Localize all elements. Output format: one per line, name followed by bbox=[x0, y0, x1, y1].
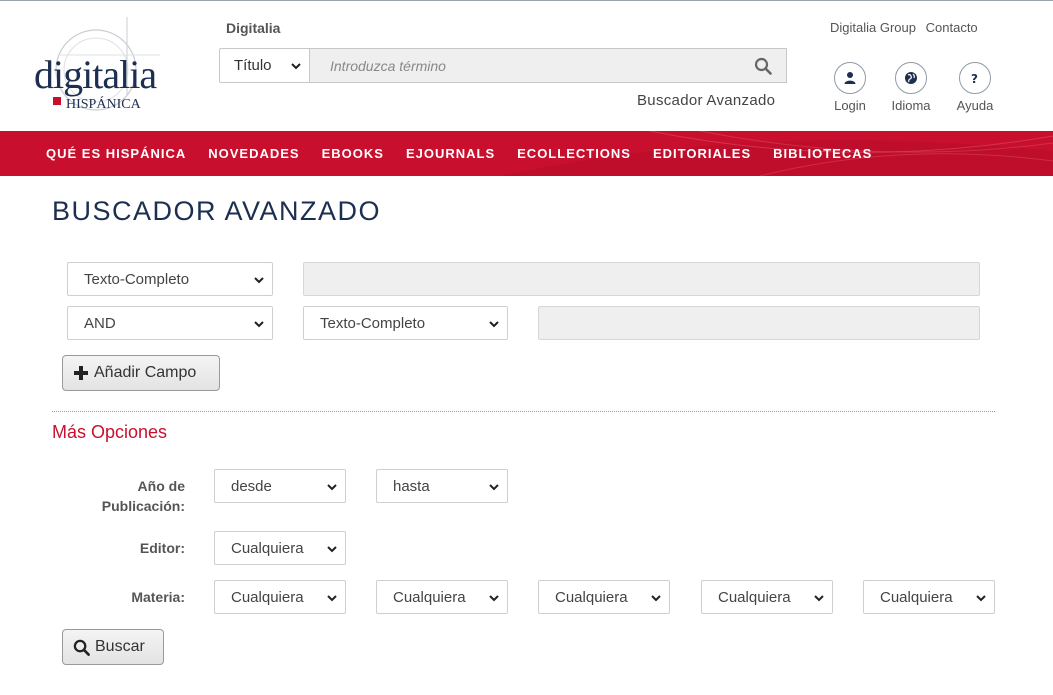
chevron-down-icon bbox=[254, 277, 264, 284]
year-from-value: desde bbox=[231, 477, 272, 495]
help-button[interactable]: ? Ayuda bbox=[950, 62, 1000, 113]
plus-icon bbox=[74, 366, 88, 380]
field-select-2[interactable]: Texto-Completo bbox=[303, 306, 508, 340]
user-icon bbox=[844, 72, 856, 84]
chevron-down-icon bbox=[489, 595, 499, 602]
help-label: Ayuda bbox=[956, 98, 994, 113]
editor-label: Editor: bbox=[139, 540, 185, 556]
add-field-button[interactable]: Añadir Campo bbox=[62, 355, 220, 391]
contact-link[interactable]: Contacto bbox=[926, 20, 978, 35]
svg-text:digitalia: digitalia bbox=[34, 52, 157, 97]
search-type-value: Título bbox=[234, 57, 272, 74]
login-button[interactable]: Login bbox=[825, 62, 875, 113]
chevron-down-icon bbox=[814, 595, 824, 602]
nav-item-ejournals[interactable]: EJOURNALS bbox=[406, 146, 495, 161]
language-label: Idioma bbox=[891, 98, 931, 113]
search-term-input-1[interactable] bbox=[303, 262, 980, 296]
nav-item-que-es-hispanica[interactable]: QUÉ ES HISPÁNICA bbox=[46, 146, 186, 161]
advanced-search-link[interactable]: Buscador Avanzado bbox=[637, 92, 775, 109]
search-type-select[interactable]: Título bbox=[219, 48, 310, 83]
nav-item-novedades[interactable]: NOVEDADES bbox=[208, 146, 299, 161]
operator-select[interactable]: AND bbox=[67, 306, 273, 340]
chevron-down-icon bbox=[327, 546, 337, 553]
search-button[interactable]: Buscar bbox=[62, 629, 164, 665]
nav-item-ecollections[interactable]: ECOLLECTIONS bbox=[517, 146, 631, 161]
nav-item-bibliotecas[interactable]: BIBLIOTECAS bbox=[773, 146, 872, 161]
subject-select-2[interactable]: Cualquiera bbox=[376, 580, 508, 614]
year-label: Año de Publicación: bbox=[85, 476, 185, 516]
subject-value-2: Cualquiera bbox=[393, 588, 466, 606]
search-icon bbox=[73, 639, 90, 656]
login-label: Login bbox=[834, 98, 866, 113]
nav-item-editoriales[interactable]: EDITORIALES bbox=[653, 146, 751, 161]
field-select-1-value: Texto-Completo bbox=[84, 270, 190, 288]
search-term-input-2[interactable] bbox=[538, 306, 980, 340]
year-to-value: hasta bbox=[393, 477, 430, 495]
digitalia-group-link[interactable]: Digitalia Group bbox=[830, 20, 916, 35]
editor-value: Cualquiera bbox=[231, 539, 304, 557]
question-icon: ? bbox=[971, 72, 978, 85]
subject-value-4: Cualquiera bbox=[718, 588, 791, 606]
chevron-down-icon bbox=[254, 321, 264, 328]
page-title: BUSCADOR AVANZADO bbox=[52, 196, 382, 226]
more-options-heading: Más Opciones bbox=[52, 422, 168, 442]
language-button[interactable]: Idioma bbox=[886, 62, 936, 113]
site-header: digitalia HISPÁNICA Digitalia Título Int… bbox=[0, 1, 1053, 131]
search-icon[interactable] bbox=[754, 57, 772, 75]
field-select-2-value: Texto-Completo bbox=[320, 314, 426, 332]
year-to-select[interactable]: hasta bbox=[376, 469, 508, 503]
chevron-down-icon bbox=[291, 63, 301, 70]
subject-select-3[interactable]: Cualquiera bbox=[538, 580, 670, 614]
subject-value-3: Cualquiera bbox=[555, 588, 628, 606]
section-divider bbox=[52, 411, 995, 412]
year-label-line2: Publicación: bbox=[101, 498, 185, 514]
digitalia-logo[interactable]: digitalia HISPÁNICA bbox=[30, 15, 180, 115]
add-field-label: Añadir Campo bbox=[94, 364, 197, 381]
chevron-down-icon bbox=[489, 484, 499, 491]
search-bar: Título Introduzca término bbox=[219, 48, 787, 83]
year-from-select[interactable]: desde bbox=[214, 469, 346, 503]
field-select-1[interactable]: Texto-Completo bbox=[67, 262, 273, 296]
main-nav: QUÉ ES HISPÁNICA NOVEDADES EBOOKS EJOURN… bbox=[0, 131, 1053, 176]
chevron-down-icon bbox=[327, 484, 337, 491]
chevron-down-icon bbox=[651, 595, 661, 602]
svg-text:?: ? bbox=[971, 72, 978, 85]
chevron-down-icon bbox=[489, 321, 499, 328]
nav-item-ebooks[interactable]: EBOOKS bbox=[322, 146, 384, 161]
search-button-label: Buscar bbox=[95, 638, 145, 655]
globe-icon bbox=[905, 72, 917, 84]
subject-label: Materia: bbox=[131, 589, 185, 605]
top-links: Digitalia Group Contacto bbox=[830, 20, 984, 35]
year-label-line1: Año de bbox=[137, 478, 185, 494]
chevron-down-icon bbox=[327, 595, 337, 602]
subject-select-5[interactable]: Cualquiera bbox=[863, 580, 995, 614]
svg-text:HISPÁNICA: HISPÁNICA bbox=[66, 95, 142, 112]
editor-select[interactable]: Cualquiera bbox=[214, 531, 346, 565]
subject-value-1: Cualquiera bbox=[231, 588, 304, 606]
search-input[interactable]: Introduzca término bbox=[310, 48, 787, 83]
nav-list: QUÉ ES HISPÁNICA NOVEDADES EBOOKS EJOURN… bbox=[46, 146, 894, 161]
subject-select-1[interactable]: Cualquiera bbox=[214, 580, 346, 614]
subject-select-4[interactable]: Cualquiera bbox=[701, 580, 833, 614]
operator-value: AND bbox=[84, 314, 116, 332]
site-name: Digitalia bbox=[226, 20, 281, 36]
subject-value-5: Cualquiera bbox=[880, 588, 953, 606]
chevron-down-icon bbox=[976, 595, 986, 602]
search-placeholder: Introduzca término bbox=[330, 57, 446, 74]
